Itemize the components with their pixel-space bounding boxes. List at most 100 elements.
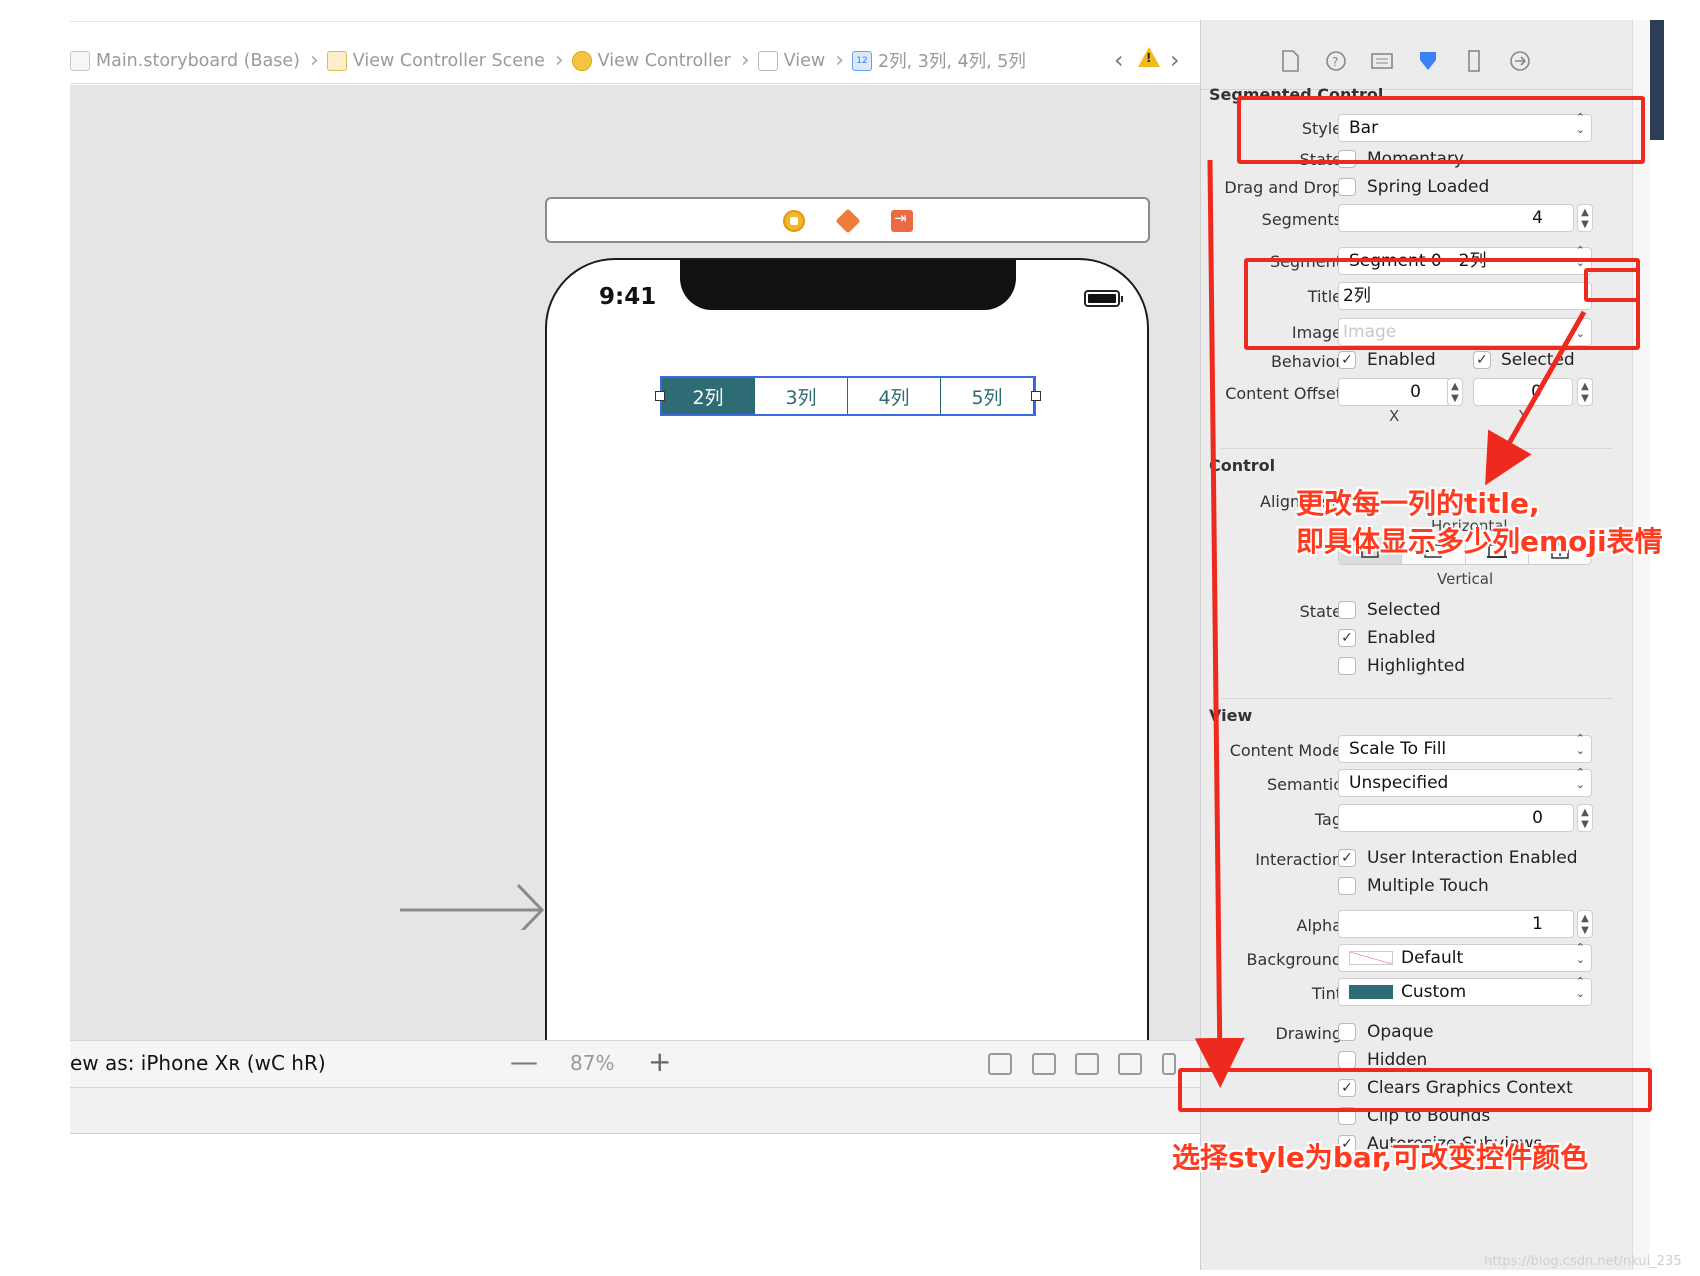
segment-select-popup[interactable]: Segment 0 - 2列 [1338,245,1592,275]
annotation-title-note-line1: 更改每一列的title, [1296,487,1540,520]
momentary-label: Momentary [1367,149,1464,169]
user-interaction-label: User Interaction Enabled [1367,848,1578,868]
divider [1221,698,1613,699]
segments-label: Segments [1261,210,1342,229]
segments-count-field[interactable]: 4 [1338,204,1574,232]
offset-x-stepper[interactable]: ▲ ▼ [1447,378,1463,406]
divider [1221,448,1613,449]
alpha-field[interactable]: 1 [1338,910,1574,938]
crumb-storyboard[interactable]: Main.storyboard (Base) [70,50,300,71]
spring-loaded-label: Spring Loaded [1367,177,1490,197]
control-highlighted-checkbox[interactable] [1338,657,1356,675]
zoom-in-button[interactable]: + [648,1045,671,1078]
align-icon[interactable] [1075,1053,1099,1075]
view-as-device-button[interactable]: ew as: iPhone Xʀ (wC hR) [70,1051,326,1075]
connections-inspector-icon[interactable] [1509,50,1531,72]
content-mode-popup[interactable]: Scale To Fill [1338,733,1592,763]
segment-enabled-checkbox[interactable]: ✓ [1338,351,1356,369]
offset-y-field[interactable]: 0 [1473,378,1573,406]
segments-stepper[interactable]: ▲ ▼ [1577,204,1593,232]
jump-bar: Main.storyboard (Base) › View Controller… [70,38,1200,84]
title-field[interactable]: 2列 [1338,282,1592,310]
multiple-touch-checkbox[interactable] [1338,877,1356,895]
chevron-right-nav-icon[interactable]: › [1170,46,1180,74]
size-inspector-icon[interactable] [1463,50,1485,72]
control-selected-checkbox[interactable] [1338,601,1356,619]
segment-selected-checkbox[interactable]: ✓ [1473,351,1491,369]
style-popup[interactable]: Bar [1338,112,1592,142]
inspector-tab-bar: ? [1201,20,1633,90]
momentary-checkbox[interactable] [1338,150,1356,168]
segment-1[interactable]: 3列 [755,378,848,414]
clears-graphics-checkbox[interactable]: ✓ [1338,1079,1356,1097]
alpha-label: Alpha [1296,916,1343,935]
opaque-label: Opaque [1367,1022,1434,1042]
exit-icon[interactable] [891,209,913,232]
tint-color-swatch [1349,985,1393,999]
offset-y-stepper[interactable]: ▲ ▼ [1577,378,1593,406]
embed-in-icon[interactable] [1032,1053,1056,1075]
semantic-label: Semantic [1266,775,1342,794]
alpha-stepper[interactable]: ▲ ▼ [1577,910,1593,938]
update-frames-icon[interactable] [988,1053,1012,1075]
add-constraints-icon[interactable] [1118,1053,1142,1075]
first-responder-icon[interactable] [835,208,861,234]
section-title-segmented-control: Segmented Control [1209,85,1384,104]
interaction-label: Interaction [1255,850,1342,869]
background-color-popup[interactable]: Default [1338,942,1592,972]
multiple-touch-label: Multiple Touch [1367,876,1489,896]
attributes-inspector-icon[interactable] [1417,50,1439,72]
side-panel-edge [1650,20,1664,140]
chevron-right-icon: › [740,48,750,73]
segment-selected-label: Selected [1501,350,1575,370]
offset-x-field[interactable]: 0 [1338,378,1452,406]
hidden-checkbox[interactable] [1338,1051,1356,1069]
file-inspector-icon[interactable] [1279,50,1301,72]
scene-dock [545,197,1150,243]
segment-3[interactable]: 5列 [941,378,1034,414]
image-label: Image [1291,323,1342,342]
identity-inspector-icon[interactable] [1371,50,1393,72]
debug-area-strip [70,1088,1200,1134]
clip-bounds-label: Clip to Bounds [1367,1106,1491,1126]
annotation-title-note-line2: 即具体显示多少列emoji表情 [1296,525,1663,558]
segment-2[interactable]: 4列 [848,378,941,414]
offset-x-caption: X [1389,407,1400,425]
resolve-issues-icon[interactable] [1162,1053,1176,1075]
chevron-left-icon[interactable]: ‹ [1114,46,1124,74]
initial-view-controller-arrow-icon[interactable] [400,870,550,930]
tint-color-popup[interactable]: Custom [1338,976,1592,1006]
segment-0[interactable]: 2列 [662,378,755,414]
crumb-segmented-control[interactable]: 12 2列, 3列, 4列, 5列 [852,48,1026,73]
tag-field[interactable]: 0 [1338,804,1574,832]
status-time: 9:41 [599,284,657,310]
view-controller-icon[interactable] [783,210,805,232]
clip-bounds-checkbox[interactable] [1338,1107,1356,1125]
editor-top-strip [70,0,1200,22]
image-field[interactable]: Image [1338,316,1592,346]
user-interaction-checkbox[interactable]: ✓ [1338,849,1356,867]
resize-handle-left[interactable] [655,391,665,401]
state-label: State [1299,150,1342,169]
warning-icon[interactable]: ! [1138,47,1160,67]
opaque-checkbox[interactable] [1338,1023,1356,1041]
resize-handle-right[interactable] [1031,391,1041,401]
content-mode-label: Content Mode [1229,741,1342,760]
canvas-bottom-bar: ew as: iPhone Xʀ (wC hR) — 87% + [70,1040,1200,1088]
help-inspector-icon[interactable]: ? [1325,50,1347,72]
crumb-view-controller[interactable]: View Controller [571,50,731,71]
hidden-label: Hidden [1367,1050,1428,1070]
spring-loaded-checkbox[interactable] [1338,178,1356,196]
semantic-popup[interactable]: Unspecified [1338,767,1592,797]
crumb-view[interactable]: View [757,50,825,71]
segmented-control-icon: 12 [852,50,873,71]
zoom-out-button[interactable]: — [510,1045,538,1078]
drag-drop-label: Drag and Drop [1224,178,1342,197]
zoom-level: 87% [570,1051,615,1075]
tag-stepper[interactable]: ▲ ▼ [1577,804,1593,832]
annotation-style-note: 选择style为bar,可改变控件颜色 [1172,1141,1589,1174]
crumb-scene[interactable]: View Controller Scene [326,50,545,71]
attributes-inspector: ? Segmented Control Style Bar State Mome… [1200,20,1633,1270]
control-enabled-checkbox[interactable]: ✓ [1338,629,1356,647]
segmented-control[interactable]: 2列 3列 4列 5列 [655,376,1041,416]
